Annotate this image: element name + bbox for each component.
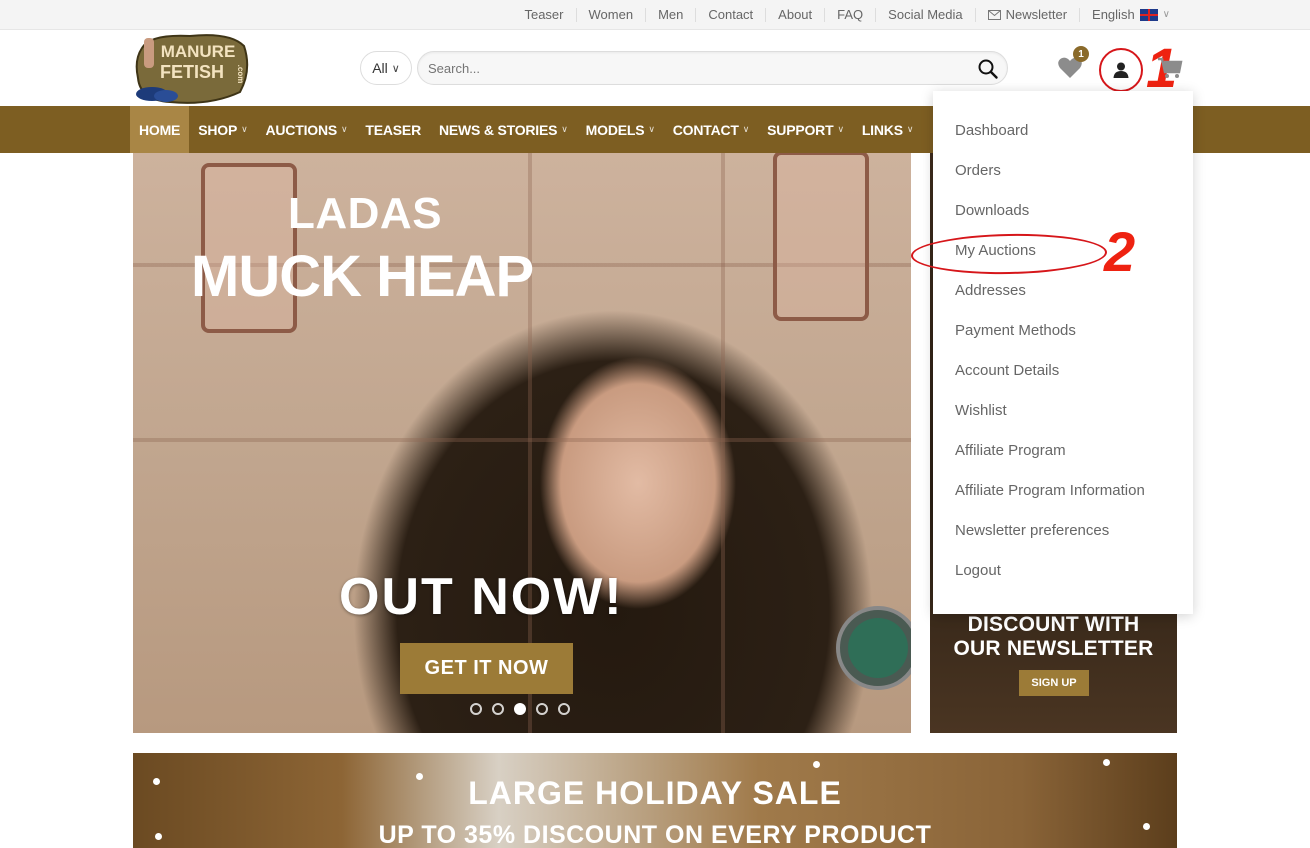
- uk-flag-icon: [1139, 9, 1158, 21]
- logo-word-fetish: FETISH: [160, 62, 224, 82]
- chevron-down-icon: ∨: [837, 124, 844, 134]
- nav-item-label: TEASER: [365, 121, 421, 138]
- nav-item-shop[interactable]: SHOP ∨: [189, 106, 256, 153]
- language-switcher[interactable]: English ∨: [1079, 8, 1182, 22]
- nav-item-label: AUCTIONS: [265, 121, 337, 138]
- tile-line: [721, 153, 725, 733]
- wall-tile-ornament: [773, 153, 869, 321]
- top-nav-men[interactable]: Men: [645, 8, 695, 22]
- account-menu-orders[interactable]: Orders: [955, 162, 1001, 179]
- search-input[interactable]: [428, 52, 968, 84]
- category-select-value: All: [372, 60, 388, 76]
- account-menu-dashboard[interactable]: Dashboard: [955, 122, 1028, 139]
- slider-dot[interactable]: [492, 703, 504, 715]
- top-nav-social-media[interactable]: Social Media: [875, 8, 974, 22]
- tile-line: [133, 438, 911, 442]
- top-nav-faq[interactable]: FAQ: [824, 8, 875, 22]
- account-menu-addresses[interactable]: Addresses: [955, 282, 1026, 299]
- hero-tagline: OUT NOW!: [339, 568, 624, 626]
- nav-item-label: LINKS: [861, 121, 903, 138]
- top-nav-women[interactable]: Women: [575, 8, 646, 22]
- nav-item-teaser[interactable]: TEASER: [356, 106, 430, 153]
- account-menu-affiliate-program-information[interactable]: Affiliate Program Information: [955, 482, 1145, 499]
- nav-item-label: MODELS: [585, 121, 645, 138]
- nav-item-label: SHOP: [198, 121, 238, 138]
- chevron-down-icon: ∨: [241, 124, 248, 134]
- top-nav: Teaser Women Men Contact About FAQ Socia…: [512, 0, 1182, 30]
- newsletter-banner-line2: OUR NEWSLETTER: [953, 637, 1154, 660]
- top-nav-teaser[interactable]: Teaser: [512, 8, 575, 22]
- nav-item-label: HOME: [139, 121, 181, 138]
- envelope-icon: [987, 10, 1001, 20]
- cart-icon[interactable]: [1157, 56, 1183, 80]
- chevron-down-icon: ∨: [341, 124, 348, 134]
- holiday-sale-subtitle: UP TO 35% DISCOUNT ON EVERY PRODUCT: [378, 821, 932, 848]
- shower-head-image: [836, 606, 911, 690]
- newsletter-label: Newsletter: [1005, 7, 1068, 22]
- search-icon[interactable]: [977, 58, 999, 80]
- hero-subtitle: LADAS: [288, 189, 443, 238]
- logo-graphic: MANURE FETISH .com: [135, 34, 249, 104]
- top-nav-about[interactable]: About: [765, 8, 824, 22]
- account-menu-newsletter-preferences[interactable]: Newsletter preferences: [955, 522, 1109, 539]
- account-dropdown-menu: Dashboard Orders Downloads My Auctions Addre…: [933, 91, 1193, 614]
- logo-word-com: .com: [236, 65, 245, 84]
- get-it-now-button[interactable]: GET IT NOW: [400, 643, 573, 694]
- sign-up-button[interactable]: SIGN UP: [1019, 670, 1089, 696]
- search-box: [417, 51, 1008, 85]
- chevron-down-icon: ∨: [1162, 9, 1170, 20]
- chevron-down-icon: ∨: [742, 124, 750, 134]
- hero-title: MUCK HEAP: [191, 244, 534, 309]
- language-label: English: [1092, 7, 1135, 22]
- logo-word-manure: MANURE: [161, 42, 236, 61]
- wishlist-count-badge: 1: [1073, 46, 1089, 62]
- slider-dots: [470, 703, 570, 715]
- nav-item-label: CONTACT: [672, 121, 739, 138]
- slider-dot[interactable]: [536, 703, 548, 715]
- slider-dot[interactable]: [470, 703, 482, 715]
- nav-item-models[interactable]: MODELS ∨: [577, 106, 664, 153]
- chevron-down-icon: ∨: [648, 124, 655, 134]
- slider-dot-active[interactable]: [514, 703, 526, 715]
- chevron-down-icon: ∨: [906, 124, 914, 134]
- hero-slider[interactable]: LADAS MUCK HEAP OUT NOW! GET IT NOW: [133, 153, 911, 733]
- top-bar: Teaser Women Men Contact About FAQ Socia…: [0, 0, 1310, 30]
- newsletter-banner-text: DISCOUNT WITH OUR NEWSLETTER: [930, 613, 1177, 661]
- nav-item-label: SUPPORT: [767, 121, 834, 138]
- holiday-sale-banner[interactable]: LARGE HOLIDAY SALE UP TO 35% DISCOUNT ON…: [133, 753, 1177, 848]
- snowflake: [1103, 759, 1110, 766]
- account-menu-payment-methods[interactable]: Payment Methods: [955, 322, 1076, 339]
- newsletter-banner-line1: DISCOUNT WITH: [967, 613, 1140, 636]
- chevron-down-icon: ∨: [391, 62, 400, 75]
- chevron-down-icon: ∨: [561, 124, 568, 134]
- user-icon: [1113, 62, 1129, 78]
- nav-item-links[interactable]: LINKS ∨: [853, 106, 922, 153]
- account-menu-wishlist[interactable]: Wishlist: [955, 402, 1007, 419]
- category-select[interactable]: All ∨: [360, 51, 412, 85]
- account-button[interactable]: [1099, 48, 1143, 92]
- holiday-sale-title: LARGE HOLIDAY SALE: [468, 775, 842, 811]
- nav-item-auctions[interactable]: AUCTIONS ∨: [256, 106, 356, 153]
- site-logo[interactable]: MANURE FETISH .com: [130, 30, 250, 104]
- nav-item-label: NEWS & STORIES: [438, 121, 558, 138]
- annotation-number-2: 2: [1104, 220, 1136, 283]
- top-nav-contact[interactable]: Contact: [695, 8, 765, 22]
- nav-item-support[interactable]: SUPPORT ∨: [758, 106, 853, 153]
- snowflake: [813, 761, 820, 768]
- nav-item-contact[interactable]: CONTACT ∨: [664, 106, 758, 153]
- account-menu-downloads[interactable]: Downloads: [955, 202, 1029, 219]
- account-menu-affiliate-program[interactable]: Affiliate Program: [955, 442, 1066, 459]
- account-menu-account-details[interactable]: Account Details: [955, 362, 1059, 379]
- nav-item-home[interactable]: HOME: [130, 106, 190, 153]
- slider-dot[interactable]: [558, 703, 570, 715]
- top-nav-newsletter[interactable]: Newsletter: [974, 7, 1079, 22]
- account-menu-logout[interactable]: Logout: [955, 562, 1001, 579]
- nav-item-news-stories[interactable]: NEWS & STORIES ∨: [430, 106, 577, 153]
